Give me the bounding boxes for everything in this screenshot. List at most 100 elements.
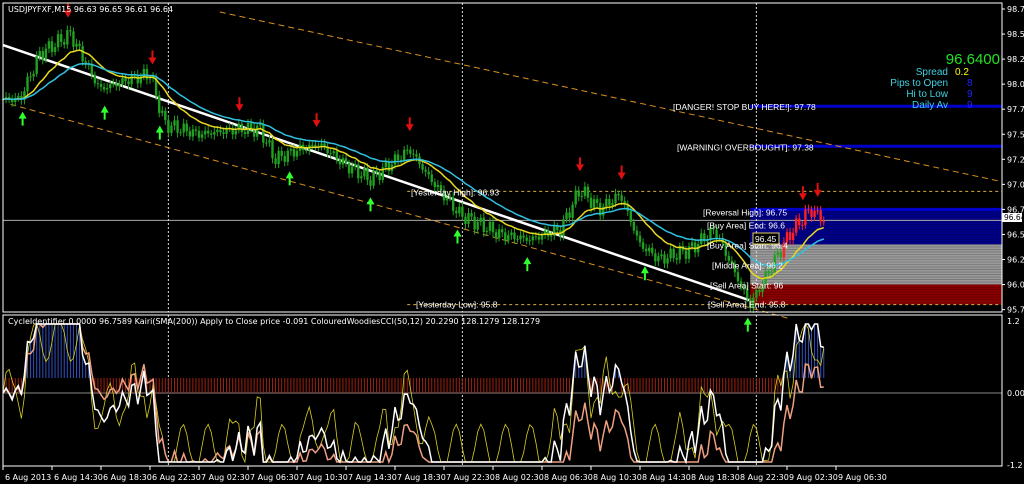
- price-box-label: 96.45: [755, 234, 777, 244]
- price-bar-body: [801, 225, 804, 227]
- price-bar-body: [26, 76, 29, 92]
- price-bar-body: [118, 83, 121, 87]
- price-bar-body: [108, 84, 112, 89]
- price-bar-body: [562, 219, 565, 236]
- price-bar-body: [409, 149, 412, 154]
- price-bar-body: [473, 216, 476, 230]
- x-tick-label: 7 Aug 14:30: [348, 473, 397, 482]
- info-pips-value: 8: [967, 78, 973, 89]
- price-bar-body: [507, 235, 510, 241]
- level-label: [Yesterday Low]: 95.8: [416, 300, 498, 310]
- price-bar-body: [375, 170, 378, 173]
- price-bar-body: [35, 56, 38, 74]
- price-bar-body: [124, 77, 127, 82]
- indicator-tick-label: 0.00: [1007, 389, 1024, 398]
- price-bar-body: [565, 212, 568, 220]
- info-pips-label: Pips to Open: [890, 78, 948, 89]
- price-bar-body: [283, 155, 286, 162]
- price-bar-body: [767, 271, 770, 274]
- price-bar-body: [17, 95, 20, 98]
- x-tick-label: 9 Aug 06:30: [838, 473, 887, 482]
- level-label: [Yesterday High]: 96.93: [411, 187, 499, 197]
- price-bar-body: [798, 218, 801, 226]
- price-bar-body: [504, 232, 507, 241]
- price-bar-body: [491, 221, 495, 233]
- price-bar-body: [448, 197, 452, 199]
- price-bar-body: [485, 230, 489, 232]
- price-bar-body: [167, 120, 170, 133]
- current-price-text: 96.64: [1004, 213, 1024, 222]
- price-bar-body: [819, 210, 822, 222]
- price-bar-body: [669, 248, 672, 259]
- price-bar-body: [813, 210, 816, 217]
- level-label: [WARNING! OVERBOUGHT]: 97.38: [677, 142, 814, 152]
- price-bar-body: [363, 167, 366, 177]
- price-bar-body: [240, 123, 244, 133]
- price-bar-body: [384, 162, 388, 168]
- price-bar-body: [804, 209, 807, 226]
- price-bar-body: [654, 253, 657, 262]
- price-bar-body: [595, 199, 599, 203]
- price-bar-body: [265, 142, 268, 144]
- level-label: [Middle Area]: 96.2: [712, 261, 783, 271]
- y-tick-label: 98.25: [1007, 55, 1024, 64]
- price-bar-body: [219, 129, 222, 133]
- x-tick-label: 8 Aug 18:30: [691, 473, 740, 482]
- price-bar-body: [549, 235, 553, 237]
- price-bar-body: [574, 190, 577, 205]
- price-bar-body: [332, 151, 335, 154]
- info-spread-value: 0.2: [955, 67, 969, 78]
- level-label: [Sell Area] End: 95.8: [708, 300, 786, 310]
- x-tick-label: 7 Aug 22:30: [446, 473, 495, 482]
- price-bar-body: [568, 212, 571, 218]
- price-bar-body: [791, 232, 795, 241]
- price-bar-body: [311, 144, 314, 146]
- price-bar-body: [47, 41, 51, 49]
- price-bar-body: [102, 86, 106, 90]
- price-bar-body: [56, 34, 60, 48]
- price-bar-body: [788, 232, 792, 241]
- price-bar-body: [274, 158, 277, 165]
- price-bar-body: [161, 110, 164, 113]
- price-bar-body: [611, 203, 614, 206]
- price-bar-body: [157, 95, 161, 113]
- price-bar-body: [807, 209, 810, 211]
- indicator-tick-label: -1.2: [1007, 461, 1023, 470]
- level-label: [Sell Area] Start: 96: [710, 281, 784, 291]
- price-bar-body: [675, 257, 678, 260]
- price-bar-body: [210, 133, 213, 135]
- x-tick-label: 7 Aug 06:30: [250, 473, 299, 482]
- price-bar-body: [75, 43, 78, 47]
- price-bar-body: [191, 129, 195, 137]
- x-tick-label: 7 Aug 02:30: [201, 473, 250, 482]
- price-bar-body: [605, 198, 608, 207]
- price-bar-body: [338, 159, 342, 165]
- y-tick-label: 98.50: [1007, 30, 1024, 39]
- price-bar-body: [378, 172, 381, 181]
- price-bar-body: [197, 130, 201, 138]
- x-tick-label: 9 Aug 02:30: [789, 473, 838, 482]
- price-bar-body: [415, 154, 418, 157]
- price-bar-body: [451, 197, 455, 211]
- price-bar-body: [464, 216, 467, 225]
- price-bar-body: [822, 221, 825, 223]
- price-bar-body: [684, 250, 688, 259]
- price-bar-body: [360, 176, 363, 179]
- price-bar-body: [347, 163, 351, 174]
- price-bar-body: [715, 229, 718, 239]
- price-bar-body: [433, 182, 437, 188]
- price-bar-body: [66, 30, 69, 45]
- x-tick-label: 7 Aug 18:30: [397, 473, 446, 482]
- price-bar-body: [353, 164, 357, 167]
- price-bar-body: [203, 130, 207, 135]
- price-bar-body: [170, 125, 173, 133]
- y-tick-label: 96.50: [1007, 230, 1024, 239]
- price-bar-body: [488, 221, 492, 231]
- price-bar-body: [286, 150, 290, 162]
- price-bar-body: [657, 256, 660, 262]
- price-bar-body: [206, 130, 210, 134]
- price-bar-body: [176, 120, 179, 133]
- price-bar-body: [583, 186, 587, 196]
- trading-chart[interactable]: [DANGER! STOP BUY HERE!]: 97.78 [WARNING!…: [0, 0, 1024, 484]
- price-bar-body: [580, 195, 584, 197]
